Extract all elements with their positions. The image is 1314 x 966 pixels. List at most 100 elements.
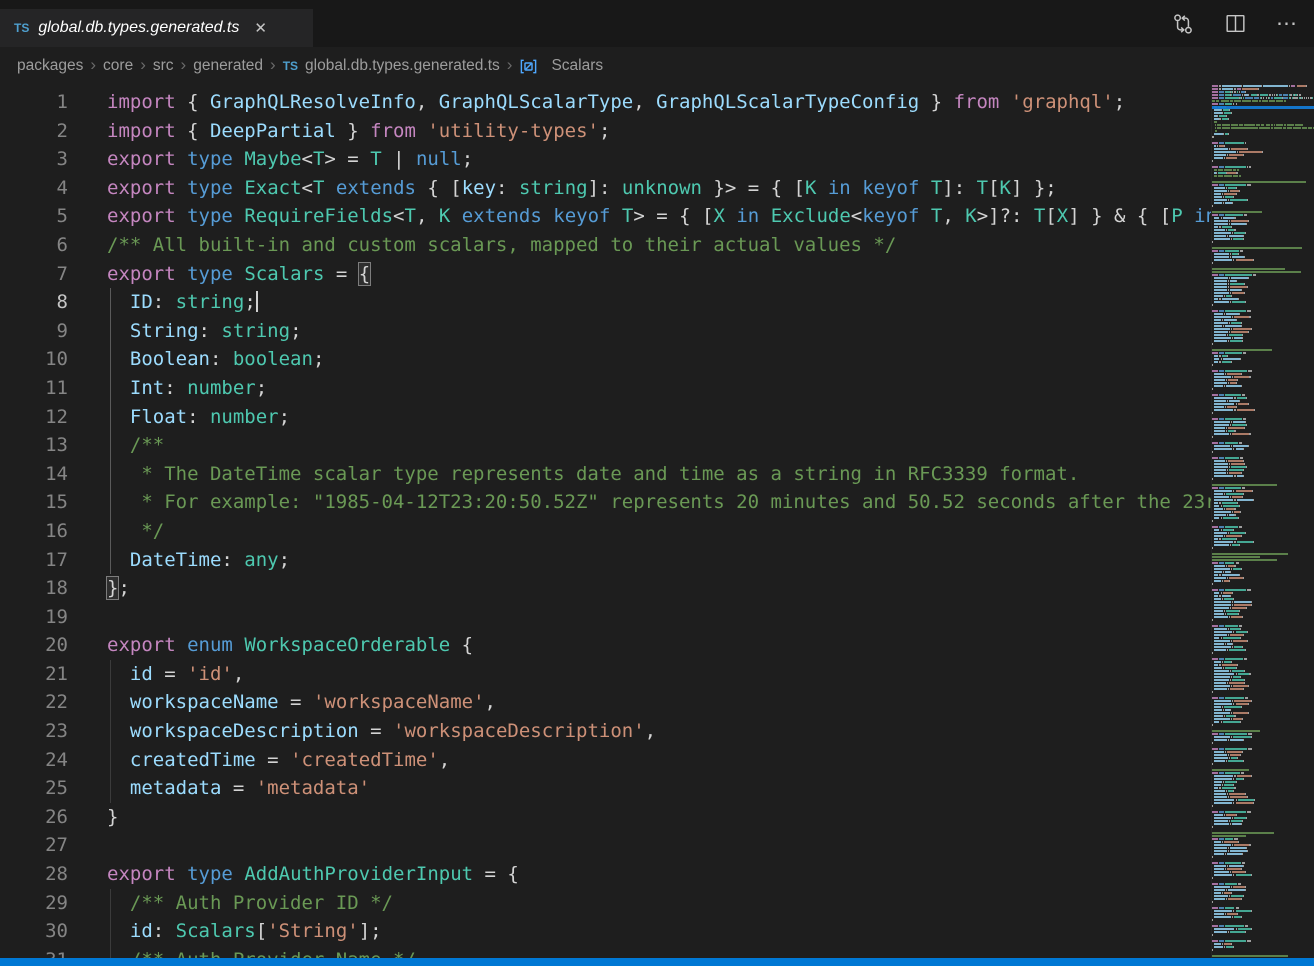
code-content[interactable]: export enum WorkspaceOrderable { bbox=[68, 631, 1211, 660]
code-line[interactable]: 12 Float: number; bbox=[0, 403, 1211, 432]
line-number[interactable]: 29 bbox=[0, 889, 68, 918]
code-line[interactable]: 6/** All built-in and custom scalars, ma… bbox=[0, 231, 1211, 260]
code-line[interactable]: 19 bbox=[0, 603, 1211, 632]
code-line[interactable]: 10 Boolean: boolean; bbox=[0, 345, 1211, 374]
code-content[interactable] bbox=[68, 603, 1211, 632]
line-number[interactable]: 15 bbox=[0, 488, 68, 517]
code-content[interactable]: import { DeepPartial } from 'utility-typ… bbox=[68, 117, 1211, 146]
line-number[interactable]: 16 bbox=[0, 517, 68, 546]
code-line[interactable]: 13 /** bbox=[0, 431, 1211, 460]
code-content[interactable] bbox=[68, 831, 1211, 860]
line-number[interactable]: 2 bbox=[0, 117, 68, 146]
line-number[interactable]: 22 bbox=[0, 688, 68, 717]
line-number[interactable]: 20 bbox=[0, 631, 68, 660]
code-line[interactable]: 1import { GraphQLResolveInfo, GraphQLSca… bbox=[0, 88, 1211, 117]
minimap[interactable] bbox=[1211, 85, 1314, 966]
code-line[interactable]: 28export type AddAuthProviderInput = { bbox=[0, 860, 1211, 889]
line-number[interactable]: 3 bbox=[0, 145, 68, 174]
code-content[interactable]: export type Maybe<T> = T | null; bbox=[68, 145, 1211, 174]
close-tab-icon[interactable]: ✕ bbox=[251, 19, 270, 38]
code-line[interactable]: 27 bbox=[0, 831, 1211, 860]
line-number[interactable]: 21 bbox=[0, 660, 68, 689]
line-number[interactable]: 18 bbox=[0, 574, 68, 603]
code-content[interactable]: /** bbox=[68, 431, 1211, 460]
code-line[interactable]: 15 * For example: "1985-04-12T23:20:50.5… bbox=[0, 488, 1211, 517]
code-content[interactable]: export type RequireFields<T, K extends k… bbox=[68, 202, 1211, 231]
line-number[interactable]: 24 bbox=[0, 746, 68, 775]
code-line[interactable]: 16 */ bbox=[0, 517, 1211, 546]
code-content[interactable]: id: Scalars['String']; bbox=[68, 917, 1211, 946]
more-actions-icon[interactable]: ⋯ bbox=[1274, 11, 1300, 37]
line-number[interactable]: 11 bbox=[0, 374, 68, 403]
code-content[interactable]: String: string; bbox=[68, 317, 1211, 346]
code-content[interactable]: export type Exact<T extends { [key: stri… bbox=[68, 174, 1211, 203]
tab-global-db-types[interactable]: TS global.db.types.generated.ts ✕ bbox=[0, 9, 313, 47]
code-line[interactable]: 5export type RequireFields<T, K extends … bbox=[0, 202, 1211, 231]
code-line[interactable]: 20export enum WorkspaceOrderable { bbox=[0, 631, 1211, 660]
code-line[interactable]: 21 id = 'id', bbox=[0, 660, 1211, 689]
code-line[interactable]: 29 /** Auth Provider ID */ bbox=[0, 889, 1211, 918]
code-content[interactable]: * For example: "1985-04-12T23:20:50.52Z"… bbox=[68, 488, 1211, 517]
code-line[interactable]: 11 Int: number; bbox=[0, 374, 1211, 403]
breadcrumb-generated[interactable]: generated bbox=[193, 57, 263, 75]
line-number[interactable]: 17 bbox=[0, 546, 68, 575]
code-content[interactable]: */ bbox=[68, 517, 1211, 546]
breadcrumb-file[interactable]: TS global.db.types.generated.ts bbox=[283, 57, 500, 75]
code-editor[interactable]: 1import { GraphQLResolveInfo, GraphQLSca… bbox=[0, 85, 1211, 966]
breadcrumb-symbol[interactable]: Scalars bbox=[519, 57, 603, 76]
line-number[interactable]: 19 bbox=[0, 603, 68, 632]
split-editor-icon[interactable] bbox=[1222, 11, 1248, 37]
code-content[interactable]: metadata = 'metadata' bbox=[68, 774, 1211, 803]
code-line[interactable]: 17 DateTime: any; bbox=[0, 546, 1211, 575]
code-content[interactable]: DateTime: any; bbox=[68, 546, 1211, 575]
line-number[interactable]: 12 bbox=[0, 403, 68, 432]
code-line[interactable]: 3export type Maybe<T> = T | null; bbox=[0, 145, 1211, 174]
code-content[interactable]: /** All built-in and custom scalars, map… bbox=[68, 231, 1211, 260]
code-line[interactable]: 23 workspaceDescription = 'workspaceDesc… bbox=[0, 717, 1211, 746]
code-line[interactable]: 9 String: string; bbox=[0, 317, 1211, 346]
code-content[interactable]: workspaceDescription = 'workspaceDescrip… bbox=[68, 717, 1211, 746]
code-line[interactable]: 18}; bbox=[0, 574, 1211, 603]
line-number[interactable]: 5 bbox=[0, 202, 68, 231]
code-line[interactable]: 24 createdTime = 'createdTime', bbox=[0, 746, 1211, 775]
code-content[interactable]: ID: string; bbox=[68, 288, 1211, 317]
code-content[interactable]: export type AddAuthProviderInput = { bbox=[68, 860, 1211, 889]
code-line[interactable]: 4export type Exact<T extends { [key: str… bbox=[0, 174, 1211, 203]
code-line[interactable]: 30 id: Scalars['String']; bbox=[0, 917, 1211, 946]
code-line[interactable]: 7export type Scalars = { bbox=[0, 260, 1211, 289]
line-number[interactable]: 4 bbox=[0, 174, 68, 203]
code-content[interactable]: * The DateTime scalar type represents da… bbox=[68, 460, 1211, 489]
code-content[interactable]: Boolean: boolean; bbox=[68, 345, 1211, 374]
code-content[interactable]: export type Scalars = { bbox=[68, 260, 1211, 289]
breadcrumb-core[interactable]: core bbox=[103, 57, 133, 75]
line-number[interactable]: 27 bbox=[0, 831, 68, 860]
breadcrumb-packages[interactable]: packages bbox=[17, 57, 83, 75]
line-number[interactable]: 26 bbox=[0, 803, 68, 832]
code-content[interactable]: } bbox=[68, 803, 1211, 832]
code-content[interactable]: createdTime = 'createdTime', bbox=[68, 746, 1211, 775]
line-number[interactable]: 14 bbox=[0, 460, 68, 489]
line-number[interactable]: 30 bbox=[0, 917, 68, 946]
code-content[interactable]: /** Auth Provider ID */ bbox=[68, 889, 1211, 918]
line-number[interactable]: 1 bbox=[0, 88, 68, 117]
code-line[interactable]: 8 ID: string; bbox=[0, 288, 1211, 317]
line-number[interactable]: 28 bbox=[0, 860, 68, 889]
line-number[interactable]: 25 bbox=[0, 774, 68, 803]
code-content[interactable]: Float: number; bbox=[68, 403, 1211, 432]
line-number[interactable]: 8 bbox=[0, 288, 68, 317]
code-content[interactable]: id = 'id', bbox=[68, 660, 1211, 689]
code-line[interactable]: 25 metadata = 'metadata' bbox=[0, 774, 1211, 803]
line-number[interactable]: 7 bbox=[0, 260, 68, 289]
code-line[interactable]: 14 * The DateTime scalar type represents… bbox=[0, 460, 1211, 489]
compare-changes-icon[interactable] bbox=[1170, 11, 1196, 37]
code-line[interactable]: 2import { DeepPartial } from 'utility-ty… bbox=[0, 117, 1211, 146]
code-content[interactable]: }; bbox=[68, 574, 1211, 603]
line-number[interactable]: 9 bbox=[0, 317, 68, 346]
code-content[interactable]: import { GraphQLResolveInfo, GraphQLScal… bbox=[68, 88, 1211, 117]
line-number[interactable]: 23 bbox=[0, 717, 68, 746]
line-number[interactable]: 6 bbox=[0, 231, 68, 260]
code-line[interactable]: 22 workspaceName = 'workspaceName', bbox=[0, 688, 1211, 717]
line-number[interactable]: 13 bbox=[0, 431, 68, 460]
code-content[interactable]: Int: number; bbox=[68, 374, 1211, 403]
code-line[interactable]: 26} bbox=[0, 803, 1211, 832]
